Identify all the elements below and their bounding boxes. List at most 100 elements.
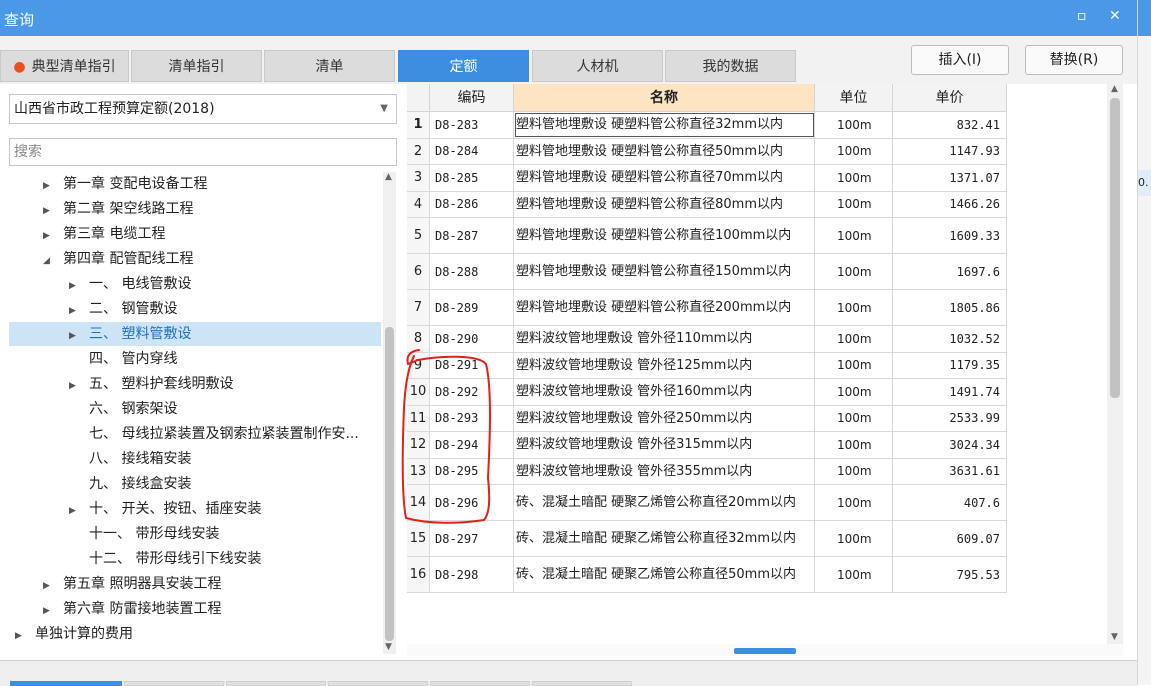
table-row[interactable]: 8 D8-290 塑料波纹管地埋敷设 管外径110mm以内 100m 1032.52 [407, 326, 1007, 353]
quota-price: 1805.86 [893, 290, 1007, 325]
tree-node[interactable]: ▶ 单独计算的费用 [9, 622, 381, 646]
expand-arrow-icon[interactable]: ▶ [69, 324, 81, 348]
insert-button[interactable]: 插入(I) [911, 45, 1009, 75]
tree-node[interactable]: 七、 母线拉紧装置及钢索拉紧装置制作安... [9, 422, 381, 446]
table-row[interactable]: 4 D8-286 塑料管地埋敷设 硬塑料管公称直径80mm以内 100m 1466.26 [407, 191, 1007, 218]
expand-arrow-icon[interactable]: ▶ [43, 224, 55, 248]
tree-node[interactable]: ▶ 五、 塑料护套线明敷设 [9, 372, 381, 396]
tree-node[interactable]: 十二、 带形母线引下线安装 [9, 547, 381, 571]
table-scroll-thumb[interactable] [1110, 98, 1120, 398]
scroll-up-icon[interactable]: ▲ [1111, 84, 1118, 94]
quota-price: 407.6 [893, 485, 1007, 520]
table-row[interactable]: 13 D8-295 塑料波纹管地埋敷设 管外径355mm以内 100m 3631.61 [407, 458, 1007, 485]
table-row[interactable]: 10 D8-292 塑料波纹管地埋敷设 管外径160mm以内 100m 1491.74 [407, 379, 1007, 406]
tab-typical-bill-guide[interactable]: ● 典型清单指引 [0, 50, 129, 82]
bottom-tab-2[interactable] [124, 681, 224, 686]
tab-labor-material-machine[interactable]: 人材机 [532, 50, 663, 82]
tree-node[interactable]: ▶ 第一章 变配电设备工程 [9, 172, 381, 196]
expand-arrow-icon[interactable]: ▶ [43, 174, 55, 198]
tree-node[interactable]: ▶ 三、 塑料管敷设 [9, 322, 381, 346]
table-row[interactable]: 14 D8-296 砖、混凝土暗配 硬聚乙烯管公称直径20mm以内 100m 407.6 [407, 485, 1007, 521]
quota-code: D8-296 [430, 485, 514, 520]
bottom-tab-5[interactable] [430, 681, 530, 686]
expand-arrow-icon[interactable]: ▶ [15, 624, 27, 648]
bottom-tab-3[interactable] [226, 681, 326, 686]
row-index: 3 [407, 165, 430, 191]
quota-price: 1032.52 [893, 326, 1007, 352]
replace-button[interactable]: 替换(R) [1025, 45, 1123, 75]
tree-node[interactable]: 六、 钢索架设 [9, 397, 381, 421]
restore-icon[interactable]: ▫ [1077, 8, 1087, 24]
table-row[interactable]: 9 D8-291 塑料波纹管地埋敷设 管外径125mm以内 100m 1179.35 [407, 352, 1007, 379]
quota-unit: 100m [815, 405, 893, 431]
quota-unit: 100m [815, 379, 893, 405]
tree-node[interactable]: ▶ 一、 电线管敷设 [9, 272, 381, 296]
table-row[interactable]: 1 D8-283 塑料管地埋敷设 硬塑料管公称直径32mm以内 100m 832.41 [407, 112, 1007, 139]
quota-code: D8-286 [430, 191, 514, 217]
tab-my-data[interactable]: 我的数据 [665, 50, 796, 82]
scroll-down-icon[interactable]: ▼ [1111, 632, 1118, 642]
header-unit[interactable]: 单位 [815, 84, 893, 112]
scroll-down-icon[interactable]: ▼ [385, 642, 392, 652]
tab-bill-guide[interactable]: 清单指引 [131, 50, 262, 82]
tab-quota[interactable]: 定额 [398, 50, 529, 82]
table-row[interactable]: 11 D8-293 塑料波纹管地埋敷设 管外径250mm以内 100m 2533.99 [407, 405, 1007, 432]
tree-node[interactable]: ▶ 第五章 照明器具安装工程 [9, 572, 381, 596]
quota-code: D8-298 [430, 557, 514, 592]
quota-unit: 100m [815, 352, 893, 378]
tree-node[interactable]: 八、 接线箱安装 [9, 447, 381, 471]
tree-node[interactable]: ▶ 二、 钢管敷设 [9, 297, 381, 321]
quota-name: 塑料波纹管地埋敷设 管外径315mm以内 [514, 432, 815, 458]
tree-scroll-thumb[interactable] [385, 327, 394, 641]
expand-arrow-icon[interactable]: ▶ [43, 199, 55, 223]
tree-node[interactable]: 九、 接线盒安装 [9, 472, 381, 496]
expand-arrow-icon[interactable]: ▶ [69, 274, 81, 298]
header-name[interactable]: 名称 [514, 84, 815, 112]
expand-arrow-icon[interactable]: ▶ [43, 574, 55, 598]
tree-node[interactable]: 四、 管内穿线 [9, 347, 381, 371]
bottom-tab-1[interactable] [10, 681, 122, 686]
header-price[interactable]: 单价 [893, 84, 1007, 112]
search-input[interactable]: 搜索 [9, 138, 397, 166]
expand-arrow-icon[interactable]: ▶ [69, 299, 81, 323]
quota-library-dropdown[interactable]: 山西省市政工程预算定额(2018) ▼ [9, 94, 397, 124]
expand-arrow-icon[interactable]: ▶ [69, 499, 81, 523]
expanded-arrow-icon[interactable]: ◢ [43, 249, 55, 273]
scroll-up-icon[interactable]: ▲ [385, 172, 392, 182]
quota-code: D8-293 [430, 405, 514, 431]
tree-scrollbar[interactable]: ▲ ▼ [383, 172, 396, 654]
row-index: 11 [407, 405, 430, 431]
quota-name: 砖、混凝土暗配 硬聚乙烯管公称直径20mm以内 [514, 485, 815, 520]
tree-node[interactable]: ◢ 第四章 配管配线工程 [9, 247, 381, 271]
tree-node[interactable]: ▶ 第六章 防雷接地装置工程 [9, 597, 381, 621]
tree-node[interactable]: ▶ 第二章 架空线路工程 [9, 197, 381, 221]
table-scrollbar[interactable]: ▲ ▼ [1107, 84, 1123, 644]
table-row[interactable]: 12 D8-294 塑料波纹管地埋敷设 管外径315mm以内 100m 3024.34 [407, 432, 1007, 459]
expand-arrow-icon[interactable]: ▶ [69, 374, 81, 398]
horizontal-scrollbar[interactable] [407, 644, 1123, 656]
bottom-tab-6[interactable] [532, 681, 632, 686]
table-row[interactable]: 2 D8-284 塑料管地埋敷设 硬塑料管公称直径50mm以内 100m 1147.93 [407, 138, 1007, 165]
tree-node-label: 十、 开关、按钮、插座安装 [89, 501, 262, 517]
tree-node[interactable]: ▶ 十、 开关、按钮、插座安装 [9, 497, 381, 521]
horizontal-scroll-thumb[interactable] [734, 648, 796, 654]
header-code[interactable]: 编码 [430, 84, 514, 112]
close-icon[interactable]: ✕ [1109, 8, 1121, 24]
background-titlebar [1138, 0, 1151, 36]
quota-code: D8-291 [430, 352, 514, 378]
table-row[interactable]: 16 D8-298 砖、混凝土暗配 硬聚乙烯管公称直径50mm以内 100m 795.5… [407, 557, 1007, 593]
table-row[interactable]: 3 D8-285 塑料管地埋敷设 硬塑料管公称直径70mm以内 100m 1371.07 [407, 165, 1007, 192]
tree-node[interactable]: 十一、 带形母线安装 [9, 522, 381, 546]
table-row[interactable]: 6 D8-288 塑料管地埋敷设 硬塑料管公称直径150mm以内 100m 1697.6 [407, 254, 1007, 290]
table-row[interactable]: 15 D8-297 砖、混凝土暗配 硬聚乙烯管公称直径32mm以内 100m 609.0… [407, 521, 1007, 557]
tab-bill[interactable]: 清单 [264, 50, 395, 82]
dropdown-value: 山西省市政工程预算定额(2018) [14, 101, 215, 117]
bottom-tab-4[interactable] [328, 681, 428, 686]
table-row[interactable]: 7 D8-289 塑料管地埋敷设 硬塑料管公称直径200mm以内 100m 1805.8… [407, 290, 1007, 326]
tree-node[interactable]: ▶ 第三章 电缆工程 [9, 222, 381, 246]
expand-arrow-icon[interactable]: ▶ [43, 599, 55, 623]
table-row[interactable]: 5 D8-287 塑料管地埋敷设 硬塑料管公称直径100mm以内 100m 1609.3… [407, 218, 1007, 254]
quota-code: D8-290 [430, 326, 514, 352]
fire-icon: ● [13, 59, 26, 75]
quota-price: 609.07 [893, 521, 1007, 556]
